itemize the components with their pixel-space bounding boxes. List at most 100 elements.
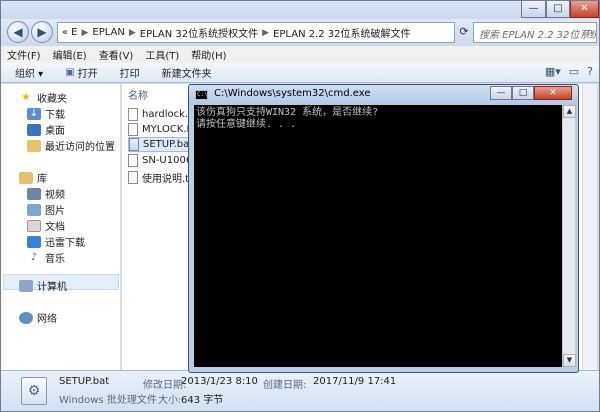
scroll-down-icon[interactable]: ▼ bbox=[563, 354, 576, 367]
search-placeholder: 搜索 EPLAN 2.2 32位系统... bbox=[479, 30, 597, 41]
details-filename: SETUP.bat bbox=[59, 376, 110, 387]
view-controls: ▦▾ ▭ ? bbox=[545, 65, 593, 78]
nav-computer-label: 计算机 bbox=[37, 282, 67, 293]
breadcrumb-segment-crack[interactable]: EPLAN 2.2 32位系统破解文件 bbox=[273, 25, 410, 40]
nav-item-label: 视频 bbox=[45, 190, 65, 201]
details-created-label: 创建日期: bbox=[263, 380, 307, 391]
search-input[interactable]: 搜索 EPLAN 2.2 32位系统... ⌕ bbox=[473, 22, 597, 43]
print-button[interactable]: 打印 bbox=[120, 65, 140, 80]
cmd-close-button[interactable]: ✕ bbox=[534, 86, 572, 100]
menu-view[interactable]: 查看(V) bbox=[99, 47, 134, 62]
nav-network-label: 网络 bbox=[37, 314, 57, 325]
nav-item-label: 下载 bbox=[45, 110, 65, 121]
nav-item-downloads[interactable]: ↓ 下载 bbox=[27, 106, 65, 121]
file-icon bbox=[128, 154, 138, 167]
open-button[interactable]: ▣ 打开 bbox=[65, 65, 97, 80]
breadcrumb-segment-license[interactable]: EPLAN 32位系统授权文件 bbox=[140, 25, 258, 40]
pictures-icon bbox=[27, 203, 41, 216]
organize-label: 组织 ▾ bbox=[15, 69, 44, 80]
breadcrumb-separator-icon[interactable]: ▶ bbox=[262, 28, 269, 38]
nav-favorites[interactable]: ★ 收藏夹 bbox=[19, 90, 67, 106]
details-modified-label: 修改日期: bbox=[143, 380, 187, 391]
nav-item-documents[interactable]: 文档 bbox=[27, 218, 65, 233]
nav-item-videos[interactable]: 视频 bbox=[27, 186, 65, 201]
nav-libraries[interactable]: 库 bbox=[19, 170, 47, 185]
details-size-label: 大小: bbox=[158, 395, 182, 406]
command-bar: 组织 ▾ ▣ 打开 打印 新建文件夹 ▦▾ ▭ ? bbox=[1, 63, 599, 83]
cmd-minimize-button[interactable]: — bbox=[490, 86, 512, 100]
cmd-title-bar[interactable]: C:\ C:\Windows\system32\cmd.exe — □ ✕ bbox=[189, 85, 578, 105]
search-icon[interactable]: ⌕ bbox=[587, 25, 593, 39]
new-folder-button[interactable]: 新建文件夹 bbox=[162, 65, 212, 80]
file-list-scrollbar[interactable] bbox=[582, 84, 597, 370]
breadcrumb-separator-icon[interactable]: ▶ bbox=[81, 28, 88, 38]
menu-edit[interactable]: 编辑(E) bbox=[53, 47, 87, 62]
desktop-icon bbox=[27, 123, 41, 136]
details-filetype: Windows 批处理文件 bbox=[59, 395, 157, 406]
nav-item-label: 最近访问的位置 bbox=[45, 142, 115, 153]
nav-item-label: 图片 bbox=[45, 206, 65, 217]
cmd-maximize-button[interactable]: □ bbox=[512, 86, 534, 100]
nav-item-xunlei[interactable]: 迅雷下载 bbox=[27, 234, 85, 249]
forward-button[interactable]: ▶ bbox=[31, 21, 53, 43]
file-name: SETUP.bat bbox=[143, 139, 194, 150]
overflow-chevron-icon[interactable]: « bbox=[62, 27, 68, 38]
view-options-icon[interactable]: ▦▾ bbox=[545, 65, 561, 78]
column-header-name[interactable]: 名称 bbox=[128, 87, 148, 102]
nav-item-music[interactable]: ♪ 音乐 bbox=[27, 250, 65, 266]
close-button[interactable]: ✕ bbox=[570, 1, 599, 18]
text-file-icon bbox=[128, 171, 138, 184]
open-label: 打开 bbox=[77, 69, 98, 80]
download-folder-icon: ↓ bbox=[27, 107, 41, 120]
back-button[interactable]: ◀ bbox=[7, 21, 29, 43]
details-size-value: 643 字节 bbox=[181, 395, 224, 406]
nav-computer[interactable]: 计算机 bbox=[19, 278, 67, 293]
breadcrumb-segment-drive[interactable]: E bbox=[71, 27, 77, 38]
nav-network[interactable]: 网络 bbox=[19, 310, 57, 325]
scroll-up-icon[interactable]: ▲ bbox=[563, 105, 576, 118]
details-pane: ⚙ SETUP.bat Windows 批处理文件 修改日期: 2013/1/2… bbox=[1, 370, 599, 411]
back-arrow-icon: ◀ bbox=[13, 25, 23, 39]
new-folder-label: 新建文件夹 bbox=[161, 69, 212, 80]
fsy-file-icon bbox=[128, 123, 138, 136]
menu-help[interactable]: 帮助(H) bbox=[191, 47, 226, 62]
cmd-icon: C:\ bbox=[195, 90, 208, 100]
organize-button[interactable]: 组织 ▾ bbox=[15, 65, 43, 80]
details-modified-value: 2013/1/23 8:10 bbox=[181, 376, 258, 387]
computer-icon bbox=[19, 279, 33, 292]
refresh-icon[interactable]: ⟳ bbox=[457, 22, 471, 43]
nav-favorites-label: 收藏夹 bbox=[37, 94, 67, 105]
print-label: 打印 bbox=[119, 69, 140, 80]
xunlei-download-icon bbox=[27, 235, 41, 248]
menu-file[interactable]: 文件(F) bbox=[7, 47, 41, 62]
menu-tools[interactable]: 工具(T) bbox=[145, 47, 179, 62]
music-icon: ♪ bbox=[30, 251, 38, 263]
address-bar[interactable]: « E ▶ EPLAN ▶ EPLAN 32位系统授权文件 ▶ EPLAN 2.… bbox=[57, 22, 455, 43]
cmd-title: C:\Windows\system32\cmd.exe bbox=[214, 88, 371, 99]
cmd-scrollbar[interactable]: ▲ ▼ bbox=[562, 105, 576, 367]
breadcrumb-separator-icon[interactable]: ▶ bbox=[129, 28, 136, 38]
star-icon: ★ bbox=[21, 91, 31, 103]
minimize-button[interactable]: — bbox=[521, 1, 546, 18]
preview-pane-icon[interactable]: ▭ bbox=[569, 65, 579, 78]
console-line: 该伤真狗只支持WIN32 系统，是否继续? bbox=[196, 107, 379, 118]
cmd-console[interactable]: 该伤真狗只支持WIN32 系统，是否继续? 请按任意键继续. . . bbox=[194, 105, 562, 367]
help-icon[interactable]: ? bbox=[587, 65, 593, 78]
nav-item-desktop[interactable]: 桌面 bbox=[27, 122, 65, 137]
bat-file-icon bbox=[129, 138, 139, 151]
nav-item-pictures[interactable]: 图片 bbox=[27, 202, 65, 217]
cmd-window[interactable]: C:\ C:\Windows\system32\cmd.exe — □ ✕ 该伤… bbox=[188, 84, 579, 373]
sys-file-icon bbox=[128, 108, 138, 121]
recent-places-icon bbox=[27, 139, 41, 152]
nav-item-label: 文档 bbox=[45, 222, 65, 233]
breadcrumb-segment-eplan[interactable]: EPLAN bbox=[92, 27, 124, 38]
nav-item-label: 迅雷下载 bbox=[45, 238, 85, 249]
navigation-pane: ★ 收藏夹 ↓ 下载 桌面 最近访问的位置 库 视频 图片 文档 迅雷下载 ♪ 音乐 bbox=[1, 84, 121, 370]
details-created-value: 2017/11/9 17:41 bbox=[313, 376, 397, 387]
nav-item-recent[interactable]: 最近访问的位置 bbox=[27, 138, 115, 153]
open-icon: ▣ bbox=[65, 67, 75, 78]
explorer-window: — □ ✕ ◀ ▶ « E ▶ EPLAN ▶ EPLAN 32位系统授权文件 … bbox=[0, 0, 600, 412]
menu-bar: 文件(F) 编辑(E) 查看(V) 工具(T) 帮助(H) bbox=[1, 46, 599, 63]
maximize-button[interactable]: □ bbox=[546, 1, 570, 18]
library-icon bbox=[19, 171, 33, 184]
